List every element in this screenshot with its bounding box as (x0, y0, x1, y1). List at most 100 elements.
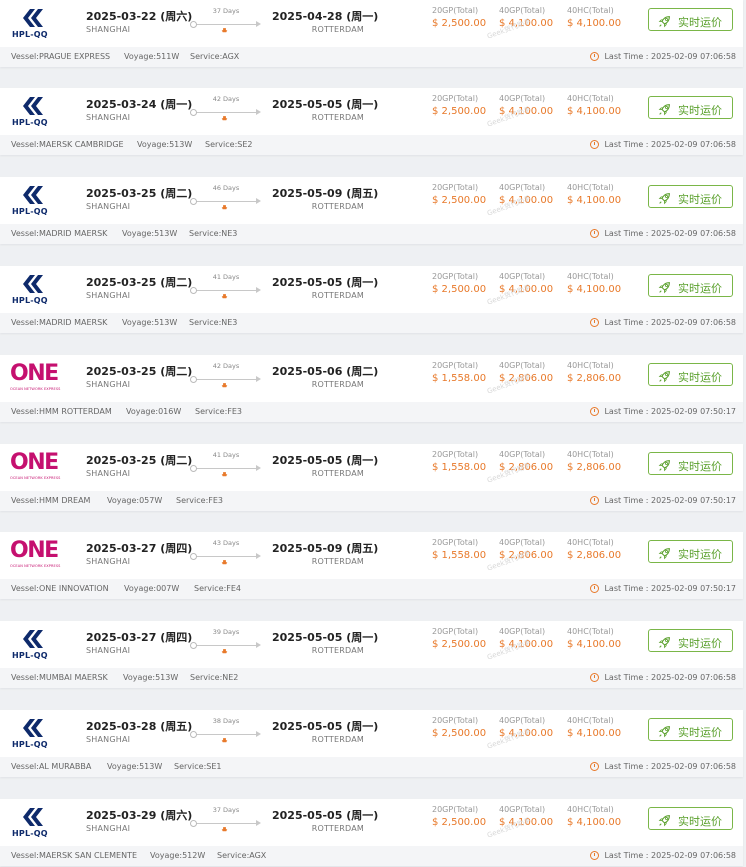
voyage-number: Voyage:513W (137, 140, 193, 149)
price-value: $ 4,100.00 (567, 195, 622, 206)
ship-icon (221, 381, 228, 390)
transit-days: 43 Days (212, 539, 240, 547)
voyage-number: Voyage:513W (122, 318, 178, 327)
ship-icon (221, 26, 228, 35)
price-label: 40GP(Total) (499, 94, 546, 103)
departure-port: SHANGHAI (86, 646, 131, 655)
departure-date: 2025-03-25 (周二) (86, 276, 193, 289)
departure-port: SHANGHAI (86, 291, 131, 300)
last-time-value: 2025-02-09 07:06:58 (651, 762, 736, 771)
route-line (193, 468, 259, 469)
rocket-icon (658, 190, 671, 205)
last-time-value: 2025-02-09 07:06:58 (651, 673, 736, 682)
price-label: 40HC(Total) (567, 272, 614, 281)
route-card: ONE OCEAN NETWORK EXPRESS 2025-03-27 (周四)… (0, 532, 743, 599)
arrival: 2025-05-05 (周一) ROTTERDAM (272, 96, 378, 122)
last-time-value: 2025-02-09 07:50:17 (651, 407, 736, 416)
departure-port: SHANGHAI (86, 113, 131, 122)
arrival-port: ROTTERDAM (311, 113, 364, 122)
service-code: Service:NE3 (189, 229, 238, 238)
route-card: HPL-QQ 2025-03-25 (周二) SHANGHAI 46 Days … (0, 177, 743, 244)
price-label: 40HC(Total) (567, 6, 614, 15)
arrival-date: 2025-05-06 (周二) (272, 365, 379, 378)
realtime-rate-button[interactable]: 实时运价 (648, 452, 733, 475)
price-20gp: 20GP(Total) $ 1,558.00 (432, 538, 502, 561)
price-label: 20GP(Total) (432, 627, 479, 636)
button-label: 实时运价 (678, 460, 722, 473)
transit-days: 42 Days (212, 95, 240, 103)
realtime-rate-button[interactable]: 实时运价 (648, 96, 733, 119)
price-40hc: 40HC(Total) $ 2,806.00 (567, 361, 637, 384)
one-logo-subtitle: OCEAN NETWORK EXPRESS (10, 387, 61, 391)
vessel-name: Vessel:MAERSK SAN CLEMENTE (11, 851, 138, 860)
transit-indicator: 46 Days (190, 183, 262, 213)
last-update: Last Time : 2025-02-09 07:06:58 (590, 673, 736, 682)
last-time-label: Last Time : (604, 229, 652, 238)
last-update: Last Time : 2025-02-09 07:06:58 (590, 52, 736, 61)
clock-icon (590, 407, 600, 416)
service-code: Service:AGX (190, 52, 240, 61)
arrival: 2025-04-28 (周一) ROTTERDAM (272, 8, 378, 34)
route-card: ONE OCEAN NETWORK EXPRESS 2025-03-25 (周二)… (0, 355, 743, 422)
arrow-right-icon (256, 21, 261, 27)
realtime-rate-button[interactable]: 实时运价 (648, 629, 733, 652)
price-value: $ 4,100.00 (567, 728, 622, 739)
button-label: 实时运价 (678, 282, 722, 295)
departure: 2025-03-25 (周二) SHANGHAI (86, 363, 192, 389)
vessel-name: Vessel:MADRID MAERSK (11, 229, 108, 238)
last-time-value: 2025-02-09 07:06:58 (651, 318, 736, 327)
one-logo-subtitle: OCEAN NETWORK EXPRESS (10, 564, 61, 568)
transit-indicator: 39 Days (190, 627, 262, 657)
last-time-label: Last Time : (604, 407, 652, 416)
voyage-number: Voyage:513W (107, 762, 163, 771)
transit-indicator: 38 Days (190, 716, 262, 746)
price-value: $ 2,500.00 (432, 106, 487, 117)
hapag-lloyd-icon (23, 186, 43, 204)
last-time-value: 2025-02-09 07:50:17 (651, 584, 736, 593)
clock-icon (590, 52, 600, 61)
vessel-info-bar: Vessel:HMM ROTTERDAM Voyage:016W Service… (0, 402, 743, 422)
price-20gp: 20GP(Total) $ 2,500.00 (432, 805, 502, 828)
price-label: 40GP(Total) (499, 361, 546, 370)
rocket-icon (658, 101, 671, 116)
price-label: 40HC(Total) (567, 94, 614, 103)
departure-port: SHANGHAI (86, 25, 131, 34)
price-40hc: 40HC(Total) $ 4,100.00 (567, 6, 637, 29)
realtime-rate-button[interactable]: 实时运价 (648, 807, 733, 830)
realtime-rate-button[interactable]: 实时运价 (648, 8, 733, 31)
service-code: Service:NE3 (189, 318, 238, 327)
ship-icon (221, 736, 228, 745)
realtime-rate-button[interactable]: 实时运价 (648, 540, 733, 563)
route-main: HPL-QQ 2025-03-27 (周四) SHANGHAI 39 Days … (0, 621, 743, 668)
origin-dot-icon (190, 820, 197, 827)
departure-port: SHANGHAI (86, 824, 131, 833)
last-time-value: 2025-02-09 07:50:17 (651, 496, 736, 505)
realtime-rate-button[interactable]: 实时运价 (648, 363, 733, 386)
rocket-icon (658, 545, 671, 560)
route-line (193, 823, 259, 824)
departure: 2025-03-25 (周二) SHANGHAI (86, 452, 192, 478)
last-update: Last Time : 2025-02-09 07:06:58 (590, 140, 736, 149)
transit-days: 42 Days (212, 362, 240, 370)
price-value: $ 2,500.00 (432, 18, 487, 29)
ship-icon (221, 203, 228, 212)
carrier-name: HPL-QQ (12, 296, 48, 305)
transit-days: 38 Days (212, 717, 240, 725)
arrival-date: 2025-05-09 (周五) (272, 187, 379, 200)
realtime-rate-button[interactable]: 实时运价 (648, 185, 733, 208)
last-time-label: Last Time : (604, 673, 652, 682)
vessel-info-bar: Vessel:MAERSK CAMBRIDGE Voyage:513W Serv… (0, 135, 743, 155)
hapag-lloyd-icon (23, 719, 43, 737)
route-line (193, 112, 259, 113)
clock-icon (590, 673, 600, 682)
ship-icon (221, 292, 228, 301)
vessel-info-bar: Vessel:MADRID MAERSK Voyage:513W Service… (0, 224, 743, 244)
realtime-rate-button[interactable]: 实时运价 (648, 718, 733, 741)
vessel-info-bar: Vessel:PRAGUE EXPRESS Voyage:511W Servic… (0, 47, 743, 67)
carrier-name: HPL-QQ (12, 829, 48, 838)
arrival-port: ROTTERDAM (311, 735, 364, 744)
last-time-label: Last Time : (604, 584, 652, 593)
carrier-name: HPL-QQ (12, 30, 48, 39)
realtime-rate-button[interactable]: 实时运价 (648, 274, 733, 297)
arrow-right-icon (256, 731, 261, 737)
